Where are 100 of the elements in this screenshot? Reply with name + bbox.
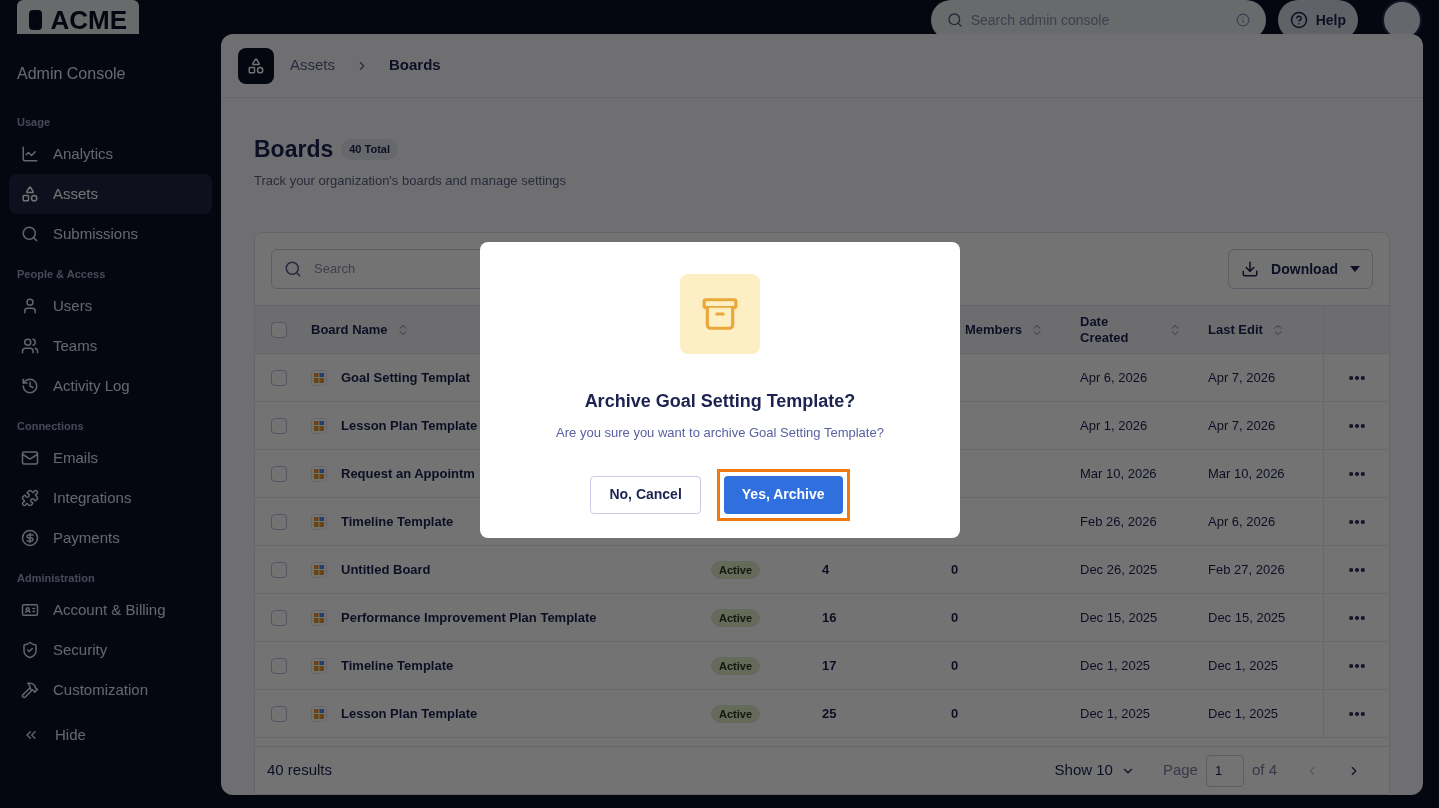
status-badge: Active <box>711 608 761 627</box>
board-icon <box>311 561 327 578</box>
checkbox[interactable] <box>271 657 287 674</box>
info-icon <box>1235 13 1250 27</box>
date-cell: Feb 27, 2026 <box>1208 561 1285 577</box>
status-badge: Active <box>711 656 761 675</box>
sidebar-item[interactable]: Payments <box>9 518 212 558</box>
checkbox[interactable] <box>271 369 287 386</box>
board-icon <box>311 609 327 626</box>
page-title: Boards <box>254 135 334 164</box>
date-cell: Dec 1, 2025 <box>1080 705 1151 721</box>
sidebar-item[interactable]: Teams <box>9 326 212 366</box>
section-label: Connections <box>16 419 85 434</box>
section-label: People & Access <box>16 267 107 282</box>
sidebar-item[interactable]: Users <box>9 286 212 326</box>
mail-icon <box>21 449 39 467</box>
column-header[interactable]: Members <box>965 319 1023 340</box>
checkbox[interactable] <box>271 417 287 434</box>
count-cell: 4 <box>822 561 830 577</box>
shield-icon <box>21 641 39 659</box>
section-label: Administration <box>16 571 96 586</box>
board-icon <box>311 369 327 386</box>
board-icon <box>311 465 327 482</box>
cancel-button[interactable]: No, Cancel <box>590 475 701 514</box>
line-chart-icon <box>21 145 39 163</box>
sidebar-item[interactable]: Activity Log <box>9 366 212 406</box>
date-cell: Apr 6, 2026 <box>1208 513 1276 529</box>
date-cell: Apr 1, 2026 <box>1080 417 1148 433</box>
id-card-icon <box>21 601 39 619</box>
sidebar-item[interactable]: Integrations <box>9 478 212 518</box>
count-cell: 25 <box>822 705 837 721</box>
checkbox[interactable] <box>271 321 287 338</box>
date-cell: Feb 26, 2026 <box>1080 513 1157 529</box>
checkbox[interactable] <box>271 609 287 626</box>
user-icon <box>21 297 39 315</box>
date-cell: Dec 15, 2025 <box>1208 609 1286 625</box>
page-size-select[interactable]: Show 10 <box>1054 759 1135 782</box>
date-cell: Dec 1, 2025 <box>1080 657 1151 673</box>
archive-button[interactable]: Yes, Archive <box>723 475 843 514</box>
section-label: Usage <box>16 115 52 130</box>
board-name[interactable]: Performance Improvement Plan Template <box>341 607 597 628</box>
sidebar-item[interactable]: Submissions <box>9 214 212 254</box>
date-cell: Apr 7, 2026 <box>1208 369 1276 385</box>
date-cell: Mar 10, 2026 <box>1080 465 1157 481</box>
column-header[interactable]: Board Name <box>311 319 388 340</box>
shapes-icon <box>21 185 39 203</box>
help-button[interactable]: Help <box>1277 0 1358 34</box>
dialog-title: Archive Goal Setting Template? <box>584 390 856 413</box>
count-cell: 17 <box>822 657 837 673</box>
board-icon <box>311 417 327 434</box>
sidebar-title: Admin Console <box>16 64 127 84</box>
board-name[interactable]: Timeline Template <box>341 655 454 676</box>
members-cell: 0 <box>951 657 959 673</box>
page-label: Page <box>1162 760 1198 781</box>
board-name[interactable]: Lesson Plan Template <box>341 703 478 724</box>
count-cell: 16 <box>822 609 837 625</box>
hide-button[interactable]: Hide <box>9 720 100 750</box>
caret-icon <box>1350 266 1360 272</box>
date-cell: Apr 7, 2026 <box>1208 417 1276 433</box>
help-icon <box>1289 11 1308 29</box>
board-icon <box>311 705 327 722</box>
sidebar-item[interactable]: Emails <box>9 438 212 478</box>
sidebar-item[interactable]: Analytics <box>9 134 212 174</box>
avatar[interactable] <box>1382 0 1422 34</box>
search-icon <box>21 225 39 243</box>
checkbox[interactable] <box>271 465 287 482</box>
breadcrumb-link[interactable]: Assets <box>290 54 335 77</box>
members-cell: 0 <box>951 561 959 577</box>
sidebar-item[interactable]: Security <box>9 630 212 670</box>
checkbox[interactable] <box>271 705 287 722</box>
page-total: of 4 <box>1251 760 1277 781</box>
sidebar-item[interactable]: Assets <box>9 174 212 214</box>
assets-logo <box>238 47 274 84</box>
dollar-icon <box>21 529 39 547</box>
logo[interactable]: ACME <box>17 0 139 34</box>
members-cell: 0 <box>951 705 959 721</box>
board-name[interactable]: Lesson Plan Template <box>341 415 478 436</box>
archive-icon <box>680 274 760 354</box>
date-cell: Dec 1, 2025 <box>1208 705 1279 721</box>
page-input[interactable]: 1 <box>1205 754 1244 787</box>
column-header[interactable]: Date Created <box>1080 313 1140 346</box>
checkbox[interactable] <box>271 513 287 530</box>
board-name[interactable]: Goal Setting Templat <box>341 367 471 388</box>
history-icon <box>21 377 39 395</box>
download-icon <box>1241 260 1260 278</box>
column-header[interactable]: Last Edit <box>1208 319 1263 340</box>
board-name[interactable]: Untitled Board <box>341 559 431 580</box>
checkbox[interactable] <box>271 561 287 578</box>
sidebar-item[interactable]: Account & Billing <box>9 590 212 630</box>
members-cell: 0 <box>951 609 959 625</box>
total-badge: 40 Total <box>341 139 398 160</box>
sidebar-item[interactable]: Customization <box>9 670 212 710</box>
download-button[interactable]: Download <box>1228 249 1373 289</box>
date-cell: Dec 15, 2025 <box>1080 609 1158 625</box>
date-cell: Dec 26, 2025 <box>1080 561 1158 577</box>
status-badge: Active <box>711 560 761 579</box>
board-name[interactable]: Request an Appointm <box>341 463 475 484</box>
status-badge: Active <box>711 704 761 723</box>
date-cell: Apr 6, 2026 <box>1080 369 1148 385</box>
board-name[interactable]: Timeline Template <box>341 511 454 532</box>
